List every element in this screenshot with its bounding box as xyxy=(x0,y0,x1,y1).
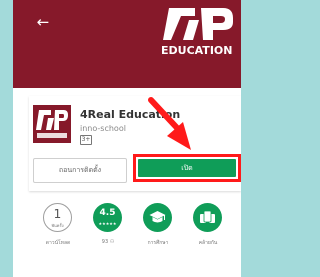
rating-stars: ★★★★★ xyxy=(98,221,117,226)
category-circle[interactable] xyxy=(143,203,172,232)
play-store-screen: ← EDUCATION 4Real Education inno-school … xyxy=(13,0,241,277)
app-banner: ← EDUCATION xyxy=(13,0,241,88)
downloads-stat: 1 พันครั้ง ดาวน์โหลด xyxy=(35,203,81,263)
similar-label: คล้ายกัน xyxy=(198,240,218,246)
app-title: 4Real Education xyxy=(80,108,181,121)
rating-circle: 4.5 ★★★★★ xyxy=(93,203,122,232)
similar-circle[interactable] xyxy=(193,203,222,232)
category-stat[interactable]: การศึกษา xyxy=(135,203,181,263)
education-logo xyxy=(163,8,233,40)
open-button[interactable]: เปิด xyxy=(138,159,236,177)
rating-stat: 4.5 ★★★★★ 93 ⚇ xyxy=(85,203,131,263)
uninstall-button[interactable]: ถอนการติดตั้ง xyxy=(33,158,127,183)
graduation-cap-icon xyxy=(149,211,166,223)
similar-apps-icon xyxy=(200,210,215,223)
similar-stat[interactable]: คล้ายกัน xyxy=(185,203,231,263)
banner-brand-text: EDUCATION xyxy=(161,44,233,57)
category-label: การศึกษา xyxy=(147,240,169,246)
rating-count-label: 93 ⚇ xyxy=(101,239,115,245)
downloads-label: ดาวน์โหลด xyxy=(45,240,71,246)
app-developer[interactable]: inno-school xyxy=(80,124,126,133)
downloads-unit: พันครั้ง xyxy=(51,223,64,228)
downloads-circle: 1 พันครั้ง xyxy=(43,203,72,232)
app-stats-row: 1 พันครั้ง ดาวน์โหลด 4.5 ★★★★★ 93 ⚇ การศ… xyxy=(29,198,241,277)
rating-value: 4.5 xyxy=(99,208,116,218)
downloads-number: 1 xyxy=(53,207,62,221)
app-info-card: 4Real Education inno-school 3+ ถอนการติด… xyxy=(29,96,241,191)
app-icon xyxy=(33,105,71,143)
content-rating-badge: 3+ xyxy=(80,135,92,145)
arrow-left-icon[interactable]: ← xyxy=(33,12,53,32)
